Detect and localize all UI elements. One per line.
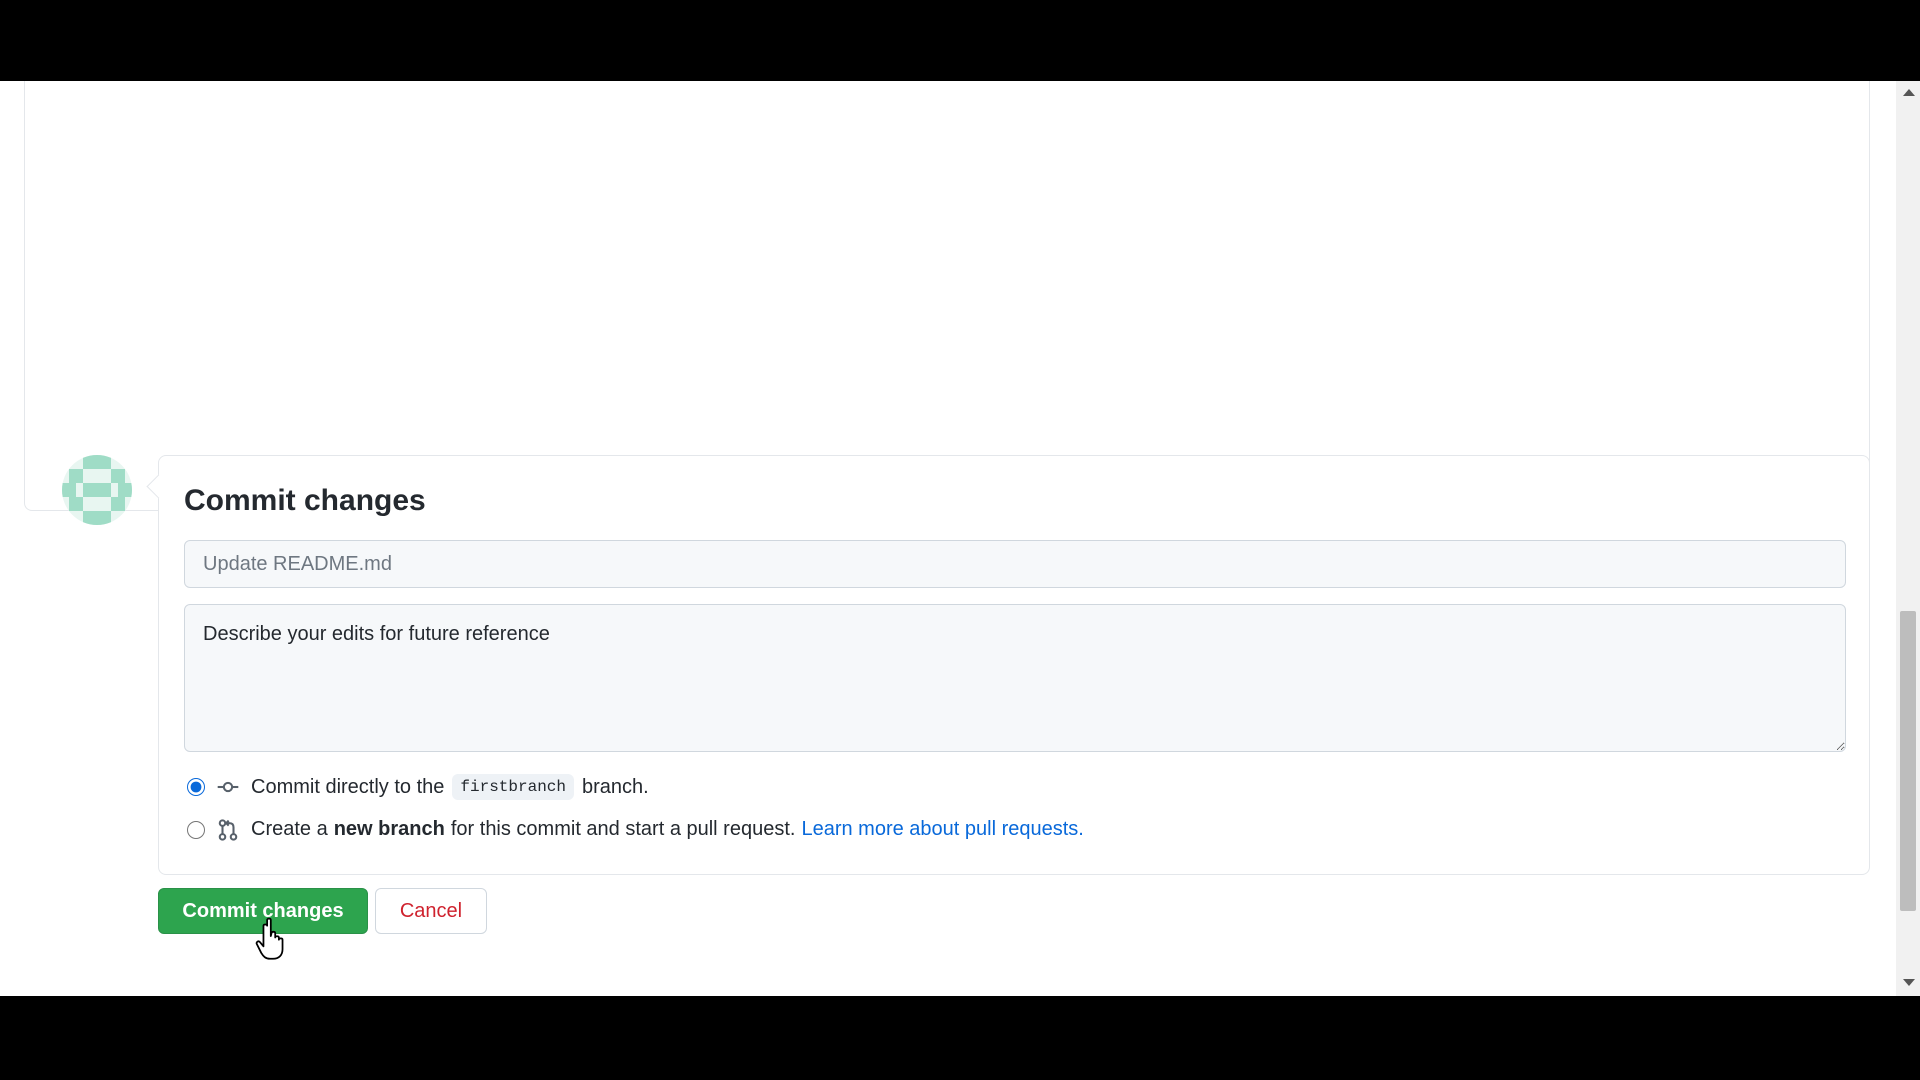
- scrollbar-thumb[interactable]: [1900, 611, 1916, 911]
- commit-description-textarea[interactable]: [184, 604, 1846, 752]
- git-commit-icon: [217, 781, 239, 793]
- git-pull-request-icon: [218, 818, 238, 841]
- option-new-suffix: for this commit and start a pull request…: [450, 818, 796, 840]
- scroll-up-arrow-icon[interactable]: [1903, 89, 1915, 96]
- cancel-button[interactable]: Cancel: [375, 888, 487, 934]
- option-new-branch[interactable]: Create a new branch for this commit and …: [187, 818, 1084, 841]
- scroll-down-arrow-icon[interactable]: [1903, 979, 1915, 986]
- page-viewport: Commit changes Commit directly to the fi…: [0, 81, 1920, 996]
- option-commit-direct[interactable]: Commit directly to the firstbranch branc…: [187, 774, 649, 800]
- branch-name-pill: firstbranch: [452, 774, 575, 800]
- learn-more-link[interactable]: Learn more about pull requests.: [801, 818, 1083, 841]
- commit-summary-input[interactable]: [184, 540, 1846, 588]
- letterbox-bottom: [0, 996, 1920, 1080]
- file-editor-area[interactable]: [24, 81, 1870, 511]
- vertical-scrollbar[interactable]: [1896, 81, 1920, 996]
- option-direct-suffix: branch.: [582, 775, 649, 798]
- option-new-prefix: Create a: [251, 818, 328, 840]
- new-branch-radio[interactable]: [187, 820, 205, 839]
- avatar: [62, 455, 132, 525]
- panel-title: Commit changes: [184, 484, 426, 517]
- option-direct-prefix: Commit directly to the: [251, 775, 445, 798]
- letterbox-top: [0, 0, 1920, 81]
- commit-panel: Commit changes Commit directly to the fi…: [158, 455, 1870, 875]
- hand-cursor-icon: [255, 917, 284, 960]
- commit-direct-radio[interactable]: [187, 778, 205, 796]
- option-new-bold: new branch: [333, 818, 445, 840]
